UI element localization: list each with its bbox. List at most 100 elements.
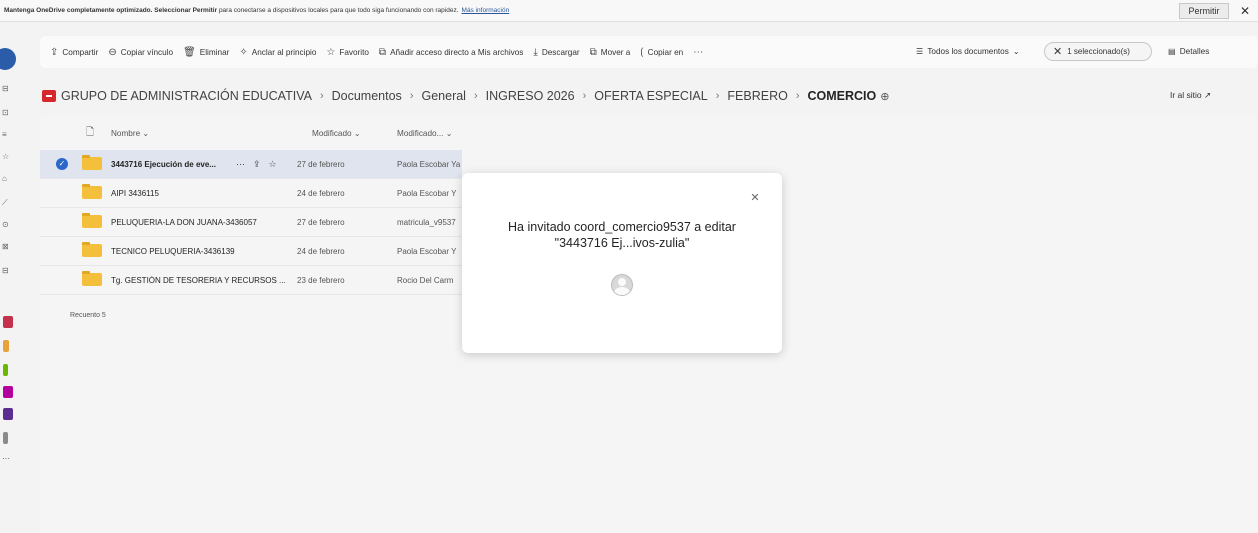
chevron-down-icon: ⌄ <box>142 129 150 138</box>
file-name[interactable]: AIPI 3436115 <box>111 189 291 198</box>
app-icon[interactable] <box>3 364 8 376</box>
modified-by: Paola Escobar Y <box>397 188 457 198</box>
nav-icon[interactable]: ☆ <box>2 152 12 162</box>
breadcrumb-item[interactable]: FEBRERO <box>727 89 787 103</box>
column-header-modified-by[interactable]: Modificado... ⌄ <box>397 128 453 138</box>
column-header-name[interactable]: Nombre ⌄ <box>111 128 149 138</box>
breadcrumb-item[interactable]: General <box>421 89 465 103</box>
nav-icon[interactable]: ⊠ <box>2 242 12 252</box>
modified-date: 24 de febrero <box>297 246 345 256</box>
nav-icon[interactable]: ⊟ <box>2 266 12 276</box>
nav-icon[interactable]: ⊟ <box>2 84 12 94</box>
file-name[interactable]: Tg. GESTIÓN DE TESORERIA Y RECURSOS ... <box>111 276 291 285</box>
dialog-message: Ha invitado coord_comercio9537 a editar … <box>508 220 736 250</box>
chevron-right-icon: › <box>795 90 800 102</box>
column-header-modified[interactable]: Modificado ⌄ <box>312 128 361 138</box>
clear-selection-icon[interactable]: ✕ <box>1053 45 1062 58</box>
app-icon[interactable] <box>3 386 13 398</box>
app-icon[interactable] <box>3 316 13 328</box>
list-header: 🗋 Nombre ⌄ Modificado ⌄ Modificado... ⌄ <box>40 116 462 150</box>
table-row[interactable]: TECNICO PELUQUERIA-3436139 24 de febrero… <box>40 237 462 266</box>
modified-by: Paola Escobar Y <box>397 246 457 256</box>
item-count: Recuento 5 <box>70 312 106 319</box>
chevron-right-icon: › <box>473 90 478 102</box>
folder-icon <box>82 155 102 171</box>
nav-icon[interactable]: ⊙ <box>2 220 12 230</box>
star-icon: ☆ <box>326 46 336 58</box>
breadcrumb-item[interactable]: INGRESO 2026 <box>486 89 575 103</box>
modified-by: Rocio Del Carm <box>397 275 454 285</box>
folder-icon <box>82 242 102 258</box>
app-icon[interactable] <box>3 408 13 420</box>
nav-icon[interactable]: ≡ <box>2 130 12 140</box>
download-button[interactable]: ⤓ Descargar <box>533 47 579 58</box>
breadcrumb: GRUPO DE ADMINISTRACIÓN EDUCATIVA › Docu… <box>42 86 1258 106</box>
chevron-right-icon: › <box>409 90 414 102</box>
more-icon[interactable]: ⋯ <box>236 159 245 170</box>
file-name[interactable]: PELUQUERIA-LA DON JUANA-3436057 <box>111 218 291 227</box>
chevron-right-icon: › <box>715 90 720 102</box>
view-selector[interactable]: ☰ Todos los documentos ⌄ <box>916 46 1020 57</box>
add-shortcut-button[interactable]: ⧉ Añadir acceso directo a Mis archivos <box>379 47 523 58</box>
left-rail: ⊟ ⊡ ≡ ☆ ⌂ ⟋ ⊙ ⊠ ⊟ ⋯ <box>0 22 16 533</box>
pin-to-top-button[interactable]: ✧ Anclar al principio <box>239 47 316 58</box>
modified-date: 23 de febrero <box>297 275 345 285</box>
globe-icon: ⊕ <box>880 90 890 103</box>
copy-to-button[interactable]: ⟮ Copiar en <box>640 47 683 58</box>
move-to-button[interactable]: ⧉ Mover a <box>590 47 631 58</box>
modified-by: Paola Escobar Ya <box>397 159 461 169</box>
selection-pill[interactable]: ✕ 1 seleccionado(s) <box>1044 42 1152 61</box>
breadcrumb-item[interactable]: Documentos <box>332 89 402 103</box>
table-row[interactable]: Tg. GESTIÓN DE TESORERIA Y RECURSOS ... … <box>40 266 462 295</box>
details-icon: ▤ <box>1168 47 1176 56</box>
app-icon[interactable] <box>3 432 8 444</box>
link-icon: ⊖ <box>108 46 117 58</box>
modified-date: 27 de febrero <box>297 217 345 227</box>
filter-icon: ☰ <box>916 47 924 56</box>
share-button[interactable]: ⇪ Compartir <box>50 47 98 58</box>
shortcut-icon: ⧉ <box>378 46 387 58</box>
favorite-button[interactable]: ☆ Favorito <box>326 47 369 58</box>
more-info-link[interactable]: Más información <box>462 7 510 14</box>
site-logo-icon <box>42 90 56 102</box>
breadcrumb-current: COMERCIO <box>807 89 877 103</box>
modified-date: 27 de febrero <box>297 159 345 169</box>
close-icon[interactable]: ✕ <box>748 191 762 205</box>
breadcrumb-item[interactable]: GRUPO DE ADMINISTRACIÓN EDUCATIVA <box>61 89 312 103</box>
row-checkbox[interactable]: ✓ <box>56 158 68 170</box>
star-icon[interactable]: ☆ <box>269 159 277 170</box>
table-row[interactable]: ✓ 3443716 Ejecución de eve... ⋯ ⇪ ☆ 27 d… <box>40 150 462 179</box>
folder-icon <box>82 271 102 287</box>
avatar <box>611 274 633 296</box>
table-row[interactable]: PELUQUERIA-LA DON JUANA-3436057 27 de fe… <box>40 208 462 237</box>
move-icon: ⧉ <box>589 46 597 58</box>
table-row[interactable]: AIPI 3436115 24 de febrero Paola Escobar… <box>40 179 462 208</box>
share-icon[interactable]: ⇪ <box>253 159 261 170</box>
details-button[interactable]: ▤ Detalles <box>1168 46 1209 57</box>
close-icon[interactable]: ✕ <box>1238 4 1252 18</box>
share-confirmation-dialog: ✕ Ha invitado coord_comercio9537 a edita… <box>462 173 782 353</box>
copy-icon: ⟮ <box>640 46 644 58</box>
pin-icon: ✧ <box>239 46 248 58</box>
go-to-site-link[interactable]: Ir al sitio ↗ <box>1170 90 1211 101</box>
notification-bar: Mantenga OneDrive completamente optimiza… <box>0 0 1258 22</box>
delete-button[interactable]: 🗑 Eliminar <box>183 47 229 58</box>
nav-icon[interactable]: ⊡ <box>2 108 12 118</box>
file-name[interactable]: TECNICO PELUQUERIA-3436139 <box>111 247 291 256</box>
more-apps-icon[interactable]: ⋯ <box>2 454 12 464</box>
permit-button[interactable]: Permitir <box>1179 3 1229 19</box>
app-icon[interactable] <box>3 340 9 352</box>
download-icon: ⤓ <box>533 46 538 58</box>
more-commands-button[interactable]: ⋯ <box>693 47 707 58</box>
chevron-right-icon: › <box>582 90 587 102</box>
folder-icon <box>82 213 102 229</box>
onedrive-home-button[interactable] <box>0 48 16 70</box>
file-name[interactable]: 3443716 Ejecución de eve... <box>111 160 231 169</box>
command-bar: ⇪ Compartir ⊖ Copiar vínculo 🗑 Eliminar ✧ An… <box>40 36 1258 68</box>
nav-icon[interactable]: ⟋ <box>2 198 12 208</box>
breadcrumb-item[interactable]: OFERTA ESPECIAL <box>594 89 707 103</box>
chevron-down-icon: ⌄ <box>445 129 453 138</box>
nav-icon[interactable]: ⌂ <box>2 174 12 184</box>
row-actions: ⋯ ⇪ ☆ <box>236 159 285 170</box>
copy-link-button[interactable]: ⊖ Copiar vínculo <box>108 47 173 58</box>
